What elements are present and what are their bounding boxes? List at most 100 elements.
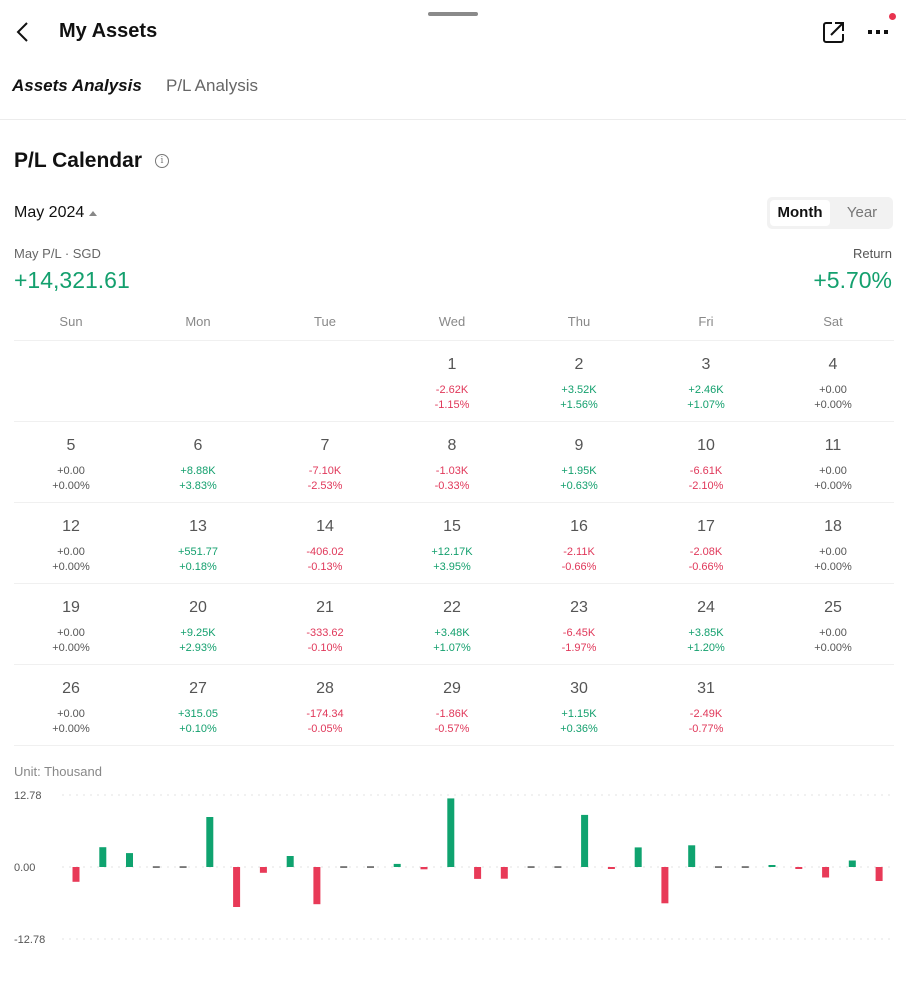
calendar-day-cell[interactable]: 26 +0.00 +0.00% [11,665,131,745]
bar-day-24[interactable] [688,845,696,867]
day-pl-percent: -0.66% [688,561,724,573]
day-number: 26 [62,680,80,697]
calendar-day-cell[interactable]: 2 +3.52K +1.56% [519,341,639,421]
bar-day-4[interactable] [152,866,160,868]
calendar-day-cell[interactable]: 9 +1.95K +0.63% [519,422,639,502]
day-pl-percent: +0.00% [52,480,90,492]
bar-day-6[interactable] [206,817,214,867]
toggle-month[interactable]: Month [770,200,830,226]
weekday-wed: Wed [438,314,466,329]
calendar-day-cell[interactable]: 6 +8.88K +3.83% [138,422,258,502]
back-button[interactable] [10,18,36,46]
view-toggle: Month Year [767,197,893,229]
bar-day-26[interactable] [741,866,749,868]
calendar-day-cell[interactable]: 23 -6.45K -1.97% [519,584,639,664]
info-circle-icon[interactable]: i [155,154,169,168]
calendar-day-cell[interactable]: 28 -174.34 -0.05% [265,665,385,745]
day-pl-percent: -0.10% [307,642,343,654]
day-pl-value: +2.46K [688,384,724,396]
bar-day-20[interactable] [581,814,589,867]
calendar-day-cell[interactable]: 31 -2.49K -0.77% [646,665,766,745]
calendar-day-cell[interactable]: 12 +0.00 +0.00% [11,503,131,583]
weekday-header: Sun Mon Tue Wed Thu Fri Sat [14,314,894,334]
y-tick-label: 0.00 [14,862,35,874]
bar-day-5[interactable] [179,866,187,868]
day-number: 4 [828,356,838,373]
bar-day-12[interactable] [367,866,374,868]
calendar-day-cell[interactable]: 17 -2.08K -0.66% [646,503,766,583]
day-pl-value: +8.88K [180,465,216,477]
calendar-day-cell[interactable]: 10 -6.61K -2.10% [646,422,766,502]
share-button[interactable] [820,18,848,46]
calendar-day-cell[interactable]: 18 +0.00 +0.00% [773,503,893,583]
calendar-day-cell[interactable]: 8 -1.03K -0.33% [392,422,512,502]
weekday-tue: Tue [314,314,336,329]
bar-day-28[interactable] [795,867,803,869]
day-number: 19 [62,599,80,616]
bar-day-22[interactable] [634,847,642,867]
day-pl-percent: +1.56% [560,399,598,411]
weekday-sun: Sun [59,314,83,329]
calendar-day-cell[interactable]: 24 +3.85K +1.20% [646,584,766,664]
bar-day-2[interactable] [99,847,107,867]
bar-day-31[interactable] [875,867,883,881]
bar-day-23[interactable] [661,867,669,904]
day-number: 20 [189,599,207,616]
calendar-bottom-divider [14,745,894,746]
calendar-day-cell[interactable]: 19 +0.00 +0.00% [11,584,131,664]
calendar-day-cell[interactable]: 16 -2.11K -0.66% [519,503,639,583]
bar-day-21[interactable] [607,867,615,869]
more-options-button[interactable] [864,13,896,46]
bar-day-11[interactable] [340,866,348,868]
calendar-day-cell[interactable]: 14 -406.02 -0.13% [265,503,385,583]
tab-assets-analysis[interactable]: Assets Analysis [12,76,142,99]
day-pl-value: +551.77 [177,546,219,558]
bar-day-27[interactable] [768,865,776,867]
calendar-day-cell[interactable]: 5 +0.00 +0.00% [11,422,131,502]
calendar-day-cell[interactable]: 4 +0.00 +0.00% [773,341,893,421]
calendar-day-cell[interactable]: 29 -1.86K -0.57% [392,665,512,745]
month-selector[interactable]: May 2024 [14,204,98,222]
bar-day-17[interactable] [500,867,508,879]
tab-pl-analysis[interactable]: P/L Analysis [166,76,258,96]
day-pl-percent: -2.10% [688,480,724,492]
bar-day-25[interactable] [715,866,722,868]
toggle-year[interactable]: Year [833,200,891,226]
bar-day-3[interactable] [126,853,133,867]
calendar-day-cell[interactable]: 21 -333.62 -0.10% [265,584,385,664]
bar-day-30[interactable] [848,860,856,868]
bar-day-19[interactable] [554,866,562,868]
weekday-sat: Sat [823,314,843,329]
calendar-day-cell[interactable]: 20 +9.25K +2.93% [138,584,258,664]
calendar-day-cell[interactable]: 11 +0.00 +0.00% [773,422,893,502]
calendar-day-cell[interactable]: 27 +315.05 +0.10% [138,665,258,745]
bar-day-13[interactable] [393,863,401,867]
bar-day-16[interactable] [474,867,482,879]
calendar-day-cell[interactable]: 22 +3.48K +1.07% [392,584,512,664]
bar-day-18[interactable] [527,866,535,868]
calendar-day-cell[interactable]: 15 +12.17K +3.95% [392,503,512,583]
day-pl-value: +0.00 [57,708,85,720]
day-number: 29 [443,680,461,697]
day-number: 6 [193,437,203,454]
bar-day-1[interactable] [72,867,80,882]
day-pl-value: -2.62K [435,384,469,396]
bar-day-9[interactable] [286,856,294,867]
bar-day-10[interactable] [313,867,321,905]
calendar-day-cell[interactable]: 7 -7.10K -2.53% [265,422,385,502]
calendar-day-cell[interactable]: 25 +0.00 +0.00% [773,584,893,664]
calendar-day-cell[interactable]: 30 +1.15K +0.36% [519,665,639,745]
bar-day-14[interactable] [420,867,428,870]
bar-day-8[interactable] [259,867,267,873]
calendar-day-cell[interactable]: 3 +2.46K +1.07% [646,341,766,421]
calendar-day-cell[interactable]: 13 +551.77 +0.18% [138,503,258,583]
day-pl-percent: -0.05% [307,723,343,735]
day-pl-value: -2.11K [563,546,595,558]
calendar-day-cell[interactable]: 1 -2.62K -1.15% [392,341,512,421]
day-pl-value: -174.34 [306,708,344,720]
day-pl-percent: +0.00% [814,399,852,411]
tab-label: Assets Analysis [12,76,142,95]
bar-day-29[interactable] [822,867,830,878]
bar-day-15[interactable] [447,798,455,867]
bar-day-7[interactable] [233,867,241,907]
